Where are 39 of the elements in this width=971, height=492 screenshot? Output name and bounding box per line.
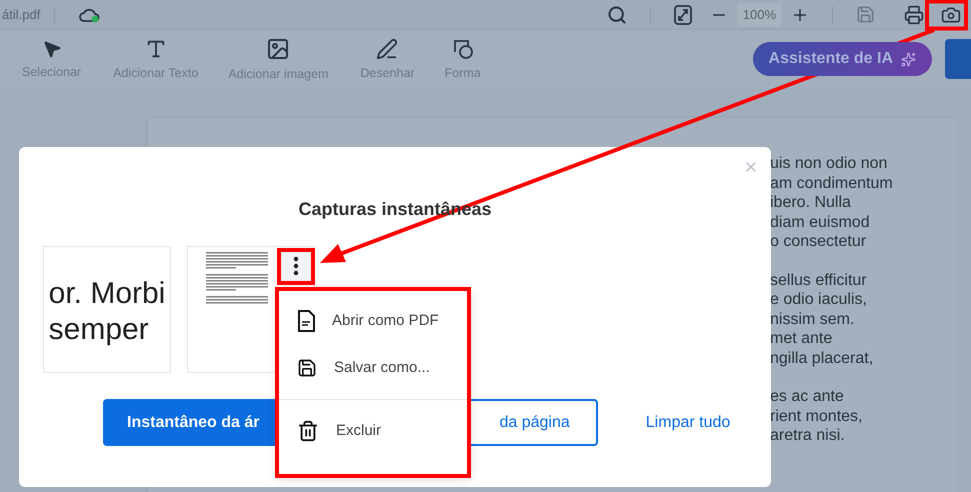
document-text: am condimentum (770, 174, 894, 193)
pen-icon (376, 38, 398, 60)
document-text: e odio iaculis, (770, 290, 868, 310)
menu-item[interactable]: Abrir como PDF (277, 297, 470, 344)
document-text: es ac ante (770, 387, 845, 406)
zoom-field[interactable]: 100% (736, 3, 782, 26)
printer-icon[interactable] (904, 4, 924, 24)
camera-icon[interactable] (941, 4, 961, 24)
document-text: aretra nisi. (770, 426, 846, 446)
page-preview-drawing (206, 252, 268, 304)
document-text: ngilla placerat, (770, 348, 874, 368)
pointer-icon (42, 39, 62, 59)
ai-assistant-button[interactable]: Assistente de IA (752, 42, 932, 76)
more-icon[interactable] (280, 250, 311, 281)
document-text: nissim sem. (770, 310, 856, 329)
clear-all-link[interactable]: Limpar tudo (646, 399, 730, 446)
snapshot-text: semper (48, 312, 150, 348)
search-icon[interactable] (606, 4, 627, 24)
document-text: ibero. Nulla (770, 193, 852, 212)
document-text: diam euismod (770, 212, 871, 232)
image-icon (266, 37, 290, 61)
document-text: uis non odio non (770, 154, 888, 174)
fit-page-icon[interactable] (674, 4, 692, 24)
file-name: átil.pdf (2, 7, 40, 22)
document-text: met ante (770, 329, 834, 348)
document-text: rient montes, (770, 406, 864, 426)
menu-item[interactable]: Excluir (277, 399, 470, 461)
document-text: o consectetur (770, 232, 868, 252)
menu-item[interactable]: Salvar como... (277, 344, 470, 391)
document-text: sellus efficitur (770, 270, 868, 290)
sparkle-icon (901, 52, 916, 66)
highlight-frame (277, 248, 315, 285)
pdf-file-icon (297, 310, 315, 332)
snapshot-thumbnail[interactable]: or. Morbi semper (43, 246, 171, 373)
save-icon (297, 358, 317, 378)
highlight-frame (925, 0, 968, 30)
trash-icon (297, 420, 319, 442)
snapshot-text: or. Morbi (48, 276, 166, 312)
shapes-icon (452, 38, 474, 60)
